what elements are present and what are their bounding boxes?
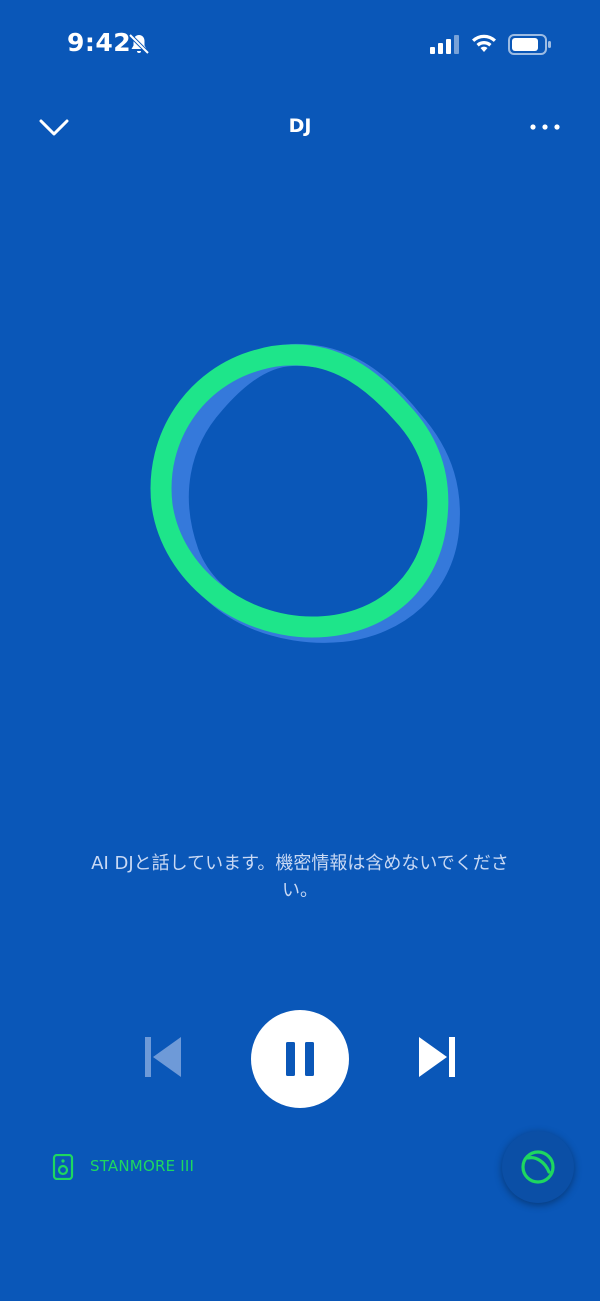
more-icon: [530, 124, 560, 130]
pause-button[interactable]: [251, 1010, 349, 1108]
device-name: STANMORE III: [90, 1157, 195, 1175]
playback-controls: [0, 1010, 600, 1120]
next-button[interactable]: [414, 1034, 460, 1080]
more-options-button[interactable]: [522, 114, 568, 142]
status-time: 9:42: [67, 28, 132, 57]
pause-icon: [286, 1042, 314, 1076]
orb-ring: [150, 344, 449, 638]
battery-icon: [508, 34, 551, 55]
page-title: DJ: [288, 115, 312, 137]
speaker-icon: [52, 1154, 74, 1180]
dj-voice-orb: [150, 343, 460, 643]
dj-button[interactable]: [502, 1131, 574, 1203]
bell-slash-icon: [128, 33, 150, 55]
top-navigation: DJ: [0, 100, 600, 156]
previous-button[interactable]: [140, 1034, 186, 1080]
dj-disclaimer-text: AI DJと話しています。機密情報は含めないでください。: [91, 853, 509, 901]
status-bar: 9:42: [0, 0, 600, 90]
skip-previous-icon: [145, 1037, 181, 1077]
dj-icon: [521, 1150, 555, 1184]
skip-next-icon: [419, 1037, 455, 1077]
wifi-icon: [472, 34, 496, 52]
signal-icon: [430, 35, 459, 54]
